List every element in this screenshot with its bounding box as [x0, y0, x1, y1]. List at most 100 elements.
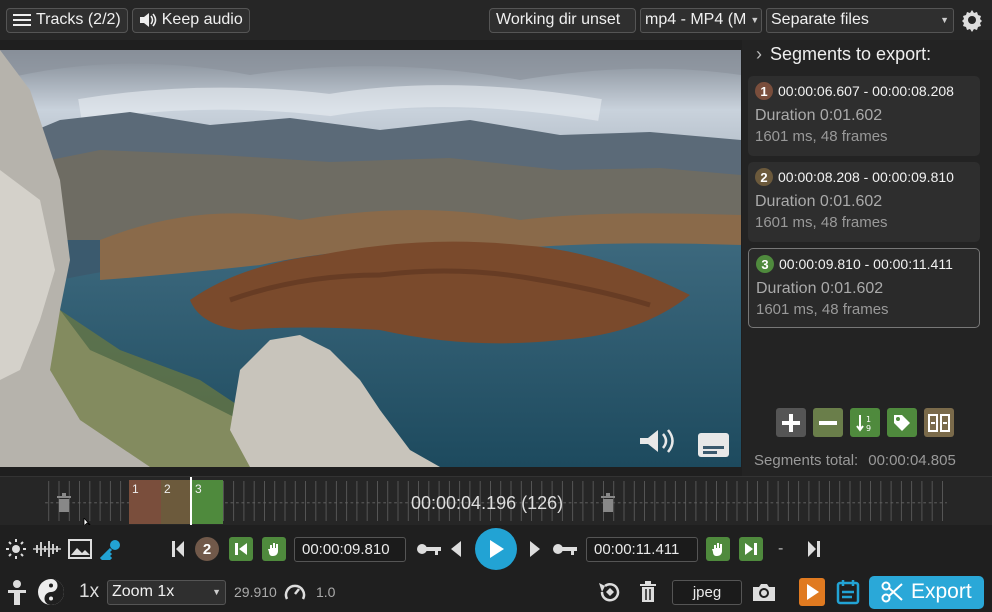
- tag-icon: [894, 414, 910, 431]
- segment-frames: 1601 ms, 48 frames: [755, 128, 888, 145]
- remove-segment-button[interactable]: [813, 408, 843, 437]
- bottom-toolbar: 1x Zoom 1x ▼ 29.910 1.0 jpeg Export: [0, 572, 992, 612]
- plus-icon: [782, 413, 800, 432]
- timeline-segment-label: 2: [164, 482, 171, 496]
- yin-yang-icon[interactable]: [37, 578, 65, 606]
- fps-value: 29.910: [234, 584, 277, 600]
- segment-number-badge: 1: [755, 82, 773, 100]
- segment-duration: Duration 0:01.602: [756, 280, 884, 297]
- segment-range: 00:00:06.607 - 00:00:08.208: [778, 83, 954, 99]
- segment-item-selected[interactable]: 3 00:00:09.810 - 00:00:11.411 Duration 0…: [748, 248, 980, 328]
- segment-frames: 1601 ms, 48 frames: [755, 214, 888, 231]
- next-frame-icon[interactable]: [529, 540, 541, 558]
- person-icon[interactable]: [6, 579, 28, 605]
- segment-number-badge: 2: [755, 168, 773, 186]
- settings-gear-icon[interactable]: [958, 6, 986, 34]
- trash-icon[interactable]: [600, 493, 616, 513]
- jump-end-icon[interactable]: [806, 540, 822, 558]
- timeline-segment-1[interactable]: 1: [129, 480, 161, 524]
- jump-cut-end-button[interactable]: [739, 537, 763, 561]
- play-icon: [490, 540, 504, 558]
- tracks-label: Tracks (2/2): [36, 11, 121, 28]
- jump-cut-start-button[interactable]: [229, 537, 253, 561]
- capture-format-select[interactable]: jpeg: [672, 579, 742, 605]
- timeline-segment-label: 3: [195, 482, 202, 496]
- keep-audio-button[interactable]: Keep audio: [131, 7, 250, 33]
- set-cut-end-button[interactable]: [706, 537, 730, 561]
- timeline-segment-3[interactable]: 3: [192, 480, 223, 524]
- playhead[interactable]: [190, 477, 192, 525]
- zoom-select[interactable]: Zoom 1x ▼: [107, 579, 226, 605]
- sort-icon: 19: [856, 414, 871, 433]
- svg-text:9: 9: [866, 424, 871, 433]
- segments-panel-header[interactable]: › Segments to export:: [742, 40, 992, 68]
- trash-icon[interactable]: [56, 493, 72, 513]
- hamburger-icon: [13, 14, 31, 26]
- speaker-icon: [139, 13, 157, 27]
- chevron-right-icon[interactable]: ›: [756, 44, 762, 65]
- hand-icon: [712, 543, 722, 556]
- export-button[interactable]: Export: [869, 575, 984, 609]
- set-cut-start-button[interactable]: [262, 537, 286, 561]
- export-label: Export: [911, 580, 972, 603]
- chevron-down-icon: ▼: [212, 587, 221, 597]
- timeline-timecode: 00:00:04.196 (126): [411, 493, 564, 513]
- format-value: mp4 - MP4 (M: [645, 11, 747, 28]
- timeline-segment-label: 1: [132, 482, 139, 496]
- output-mode-select[interactable]: Separate files ▼: [766, 7, 954, 33]
- timeline-segment-2[interactable]: 2: [161, 480, 192, 524]
- key-frame-icon[interactable]: [416, 542, 442, 556]
- speed-label[interactable]: 1x: [79, 581, 99, 603]
- tracks-button[interactable]: Tracks (2/2): [6, 7, 128, 33]
- speedometer-icon[interactable]: [284, 582, 306, 602]
- keep-audio-label: Keep audio: [161, 11, 243, 28]
- current-segment-number[interactable]: 2: [195, 537, 219, 561]
- segment-item[interactable]: 2 00:00:08.208 - 00:00:09.810 Duration 0…: [748, 162, 980, 242]
- playback-rate-value: 1.0: [316, 584, 336, 600]
- mouse-cursor-icon: [83, 518, 91, 525]
- split-icon: [928, 413, 950, 432]
- segments-panel: › Segments to export: 1 00:00:06.607 - 0…: [742, 40, 992, 476]
- working-dir-button[interactable]: Working dir unset: [489, 7, 636, 33]
- segments-title: Segments to export:: [770, 43, 932, 64]
- camera-icon[interactable]: [751, 582, 777, 602]
- subtitles-icon[interactable]: [698, 433, 729, 457]
- segment-item[interactable]: 1 00:00:06.607 - 00:00:08.208 Duration 0…: [748, 76, 980, 156]
- minus-icon: [819, 420, 837, 425]
- key-icon[interactable]: [100, 538, 122, 560]
- prev-frame-icon[interactable]: [450, 540, 462, 558]
- svg-text:1: 1: [866, 415, 871, 424]
- rotate-icon[interactable]: [597, 579, 623, 605]
- video-player[interactable]: [0, 50, 741, 467]
- waveform-icon[interactable]: [33, 540, 61, 558]
- chevron-down-icon: ▼: [750, 15, 760, 25]
- scissors-icon: [881, 581, 903, 603]
- calendar-icon[interactable]: [836, 579, 860, 605]
- cut-end-time-input[interactable]: 00:00:11.411: [586, 536, 698, 562]
- cut-start-time-input[interactable]: 00:00:09.810: [294, 536, 406, 562]
- timeline[interactable]: 1 2 3 00:00:04.196 (126): [0, 476, 992, 525]
- tag-segment-button[interactable]: [887, 408, 917, 437]
- segments-total-label: Segments total:: [754, 452, 859, 469]
- segments-total-value: 00:00:04.805: [868, 452, 956, 469]
- segments-total: Segments total: 00:00:04.805: [754, 452, 956, 469]
- key-frame-icon[interactable]: [552, 542, 578, 556]
- playback-controls: 2 00:00:09.810 00:00:11.411 -: [0, 528, 992, 570]
- trash-icon[interactable]: [639, 581, 657, 603]
- segment-range: 00:00:09.810 - 00:00:11.411: [779, 256, 953, 272]
- sort-segments-button[interactable]: 19: [850, 408, 880, 437]
- segment-duration: Duration 0:01.602: [755, 193, 883, 210]
- zoom-value: Zoom 1x: [112, 583, 175, 600]
- add-segment-button[interactable]: [776, 408, 806, 437]
- chevron-down-icon: ▼: [940, 15, 949, 25]
- thumbnails-icon[interactable]: [68, 539, 92, 559]
- play-button[interactable]: [475, 528, 517, 570]
- brightness-icon[interactable]: [6, 539, 26, 559]
- media-player-icon[interactable]: [798, 577, 826, 607]
- dash-separator: -: [778, 540, 784, 557]
- format-select[interactable]: mp4 - MP4 (M ▼: [640, 7, 762, 33]
- segment-duration: Duration 0:01.602: [755, 107, 883, 124]
- split-segment-button[interactable]: [924, 408, 954, 437]
- jump-start-icon[interactable]: [170, 540, 186, 558]
- hand-icon: [268, 543, 278, 556]
